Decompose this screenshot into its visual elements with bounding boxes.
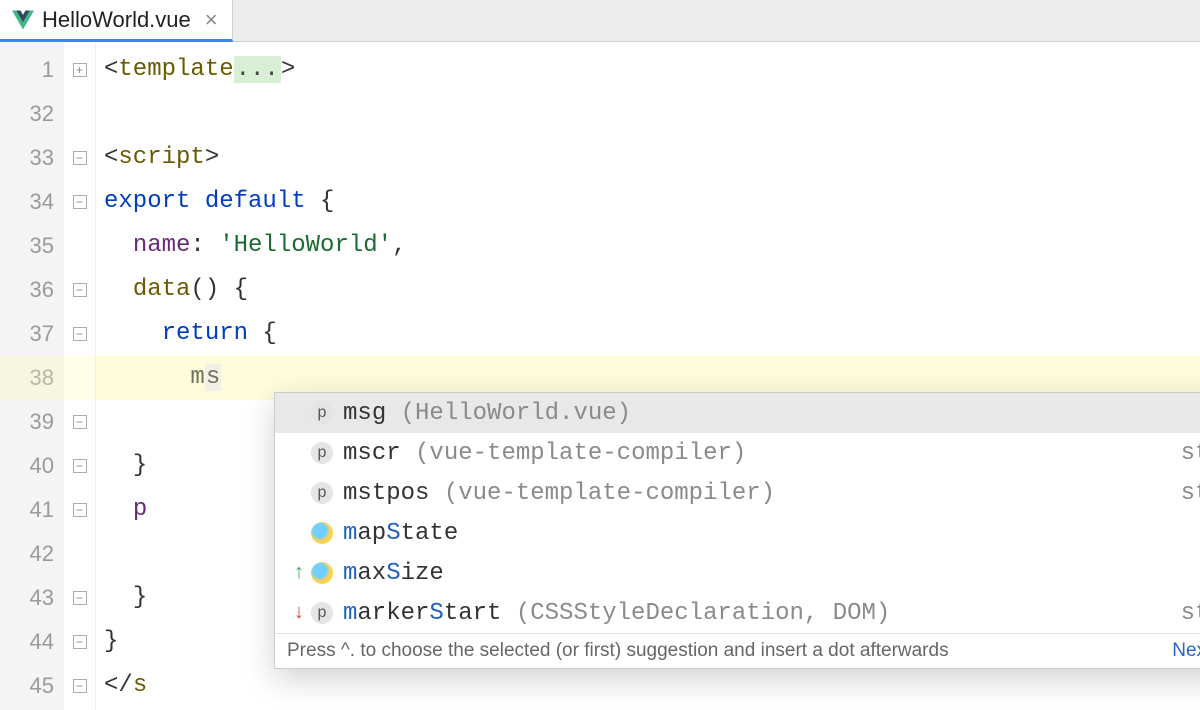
fold-toggle[interactable]: −	[64, 312, 95, 356]
rank-up-icon: ↑	[293, 562, 305, 585]
property-icon: p	[311, 482, 333, 504]
vue-icon	[12, 9, 34, 31]
completion-popup: p msg (HelloWorld.vue) p mscr (vue-templ…	[274, 392, 1200, 669]
tab-title: HelloWorld.vue	[42, 7, 191, 33]
rank-down-icon: ↓	[293, 602, 305, 625]
fold-toggle[interactable]: −	[64, 136, 95, 180]
tab-bar: HelloWorld.vue ×	[0, 0, 1200, 42]
gutter: 1 32 33 34 35 36 37 38 39 40 41 42 43 44…	[0, 42, 64, 710]
close-icon[interactable]: ×	[205, 7, 218, 33]
property-icon: p	[311, 602, 333, 624]
next-tip-link[interactable]: Next Tip	[1172, 640, 1200, 662]
completion-item[interactable]: ↓p markerStart (CSSStyleDeclaration, DOM…	[275, 593, 1200, 633]
fold-close[interactable]: −	[64, 576, 95, 620]
line-number[interactable]: 42	[0, 532, 64, 576]
line-number[interactable]: 39	[0, 400, 64, 444]
editor: 1 32 33 34 35 36 37 38 39 40 41 42 43 44…	[0, 42, 1200, 710]
completion-item[interactable]: ↑ maxSize	[275, 553, 1200, 593]
fold-close[interactable]: −	[64, 488, 95, 532]
line-number[interactable]: 41	[0, 488, 64, 532]
fold-close[interactable]: −	[64, 400, 95, 444]
fold-toggle[interactable]: +	[64, 48, 95, 92]
class-icon	[311, 562, 333, 584]
completion-item[interactable]: p msg (HelloWorld.vue)	[275, 393, 1200, 433]
completion-item[interactable]: p mscr (vue-template-compiler) string	[275, 433, 1200, 473]
line-number[interactable]: 32	[0, 92, 64, 136]
completion-item[interactable]: mapState	[275, 513, 1200, 553]
line-number[interactable]: 33	[0, 136, 64, 180]
tab-helloworld[interactable]: HelloWorld.vue ×	[0, 0, 233, 42]
fold-toggle[interactable]: −	[64, 268, 95, 312]
line-number[interactable]: 36	[0, 268, 64, 312]
fold-close[interactable]: −	[64, 444, 95, 488]
fold-close[interactable]: −	[64, 664, 95, 708]
fold-close[interactable]: −	[64, 620, 95, 664]
property-icon: p	[311, 442, 333, 464]
line-number[interactable]: 43	[0, 576, 64, 620]
line-number[interactable]: 45	[0, 664, 64, 708]
line-number[interactable]: 37	[0, 312, 64, 356]
line-number[interactable]: 38	[0, 356, 64, 400]
property-icon: p	[311, 402, 333, 424]
line-number[interactable]: 44	[0, 620, 64, 664]
code-area[interactable]: <template...> <script> export default { …	[96, 42, 1200, 710]
line-number[interactable]: 40	[0, 444, 64, 488]
fold-column: + − − − − − − − − − −	[64, 42, 96, 710]
line-number[interactable]: 34	[0, 180, 64, 224]
completion-hint: Press ^. to choose the selected (or firs…	[287, 640, 1160, 662]
completion-footer: Press ^. to choose the selected (or firs…	[275, 633, 1200, 668]
line-number[interactable]: 35	[0, 224, 64, 268]
line-number[interactable]: 1	[0, 48, 64, 92]
completion-item[interactable]: p mstpos (vue-template-compiler) string	[275, 473, 1200, 513]
fold-toggle[interactable]: −	[64, 180, 95, 224]
class-icon	[311, 522, 333, 544]
